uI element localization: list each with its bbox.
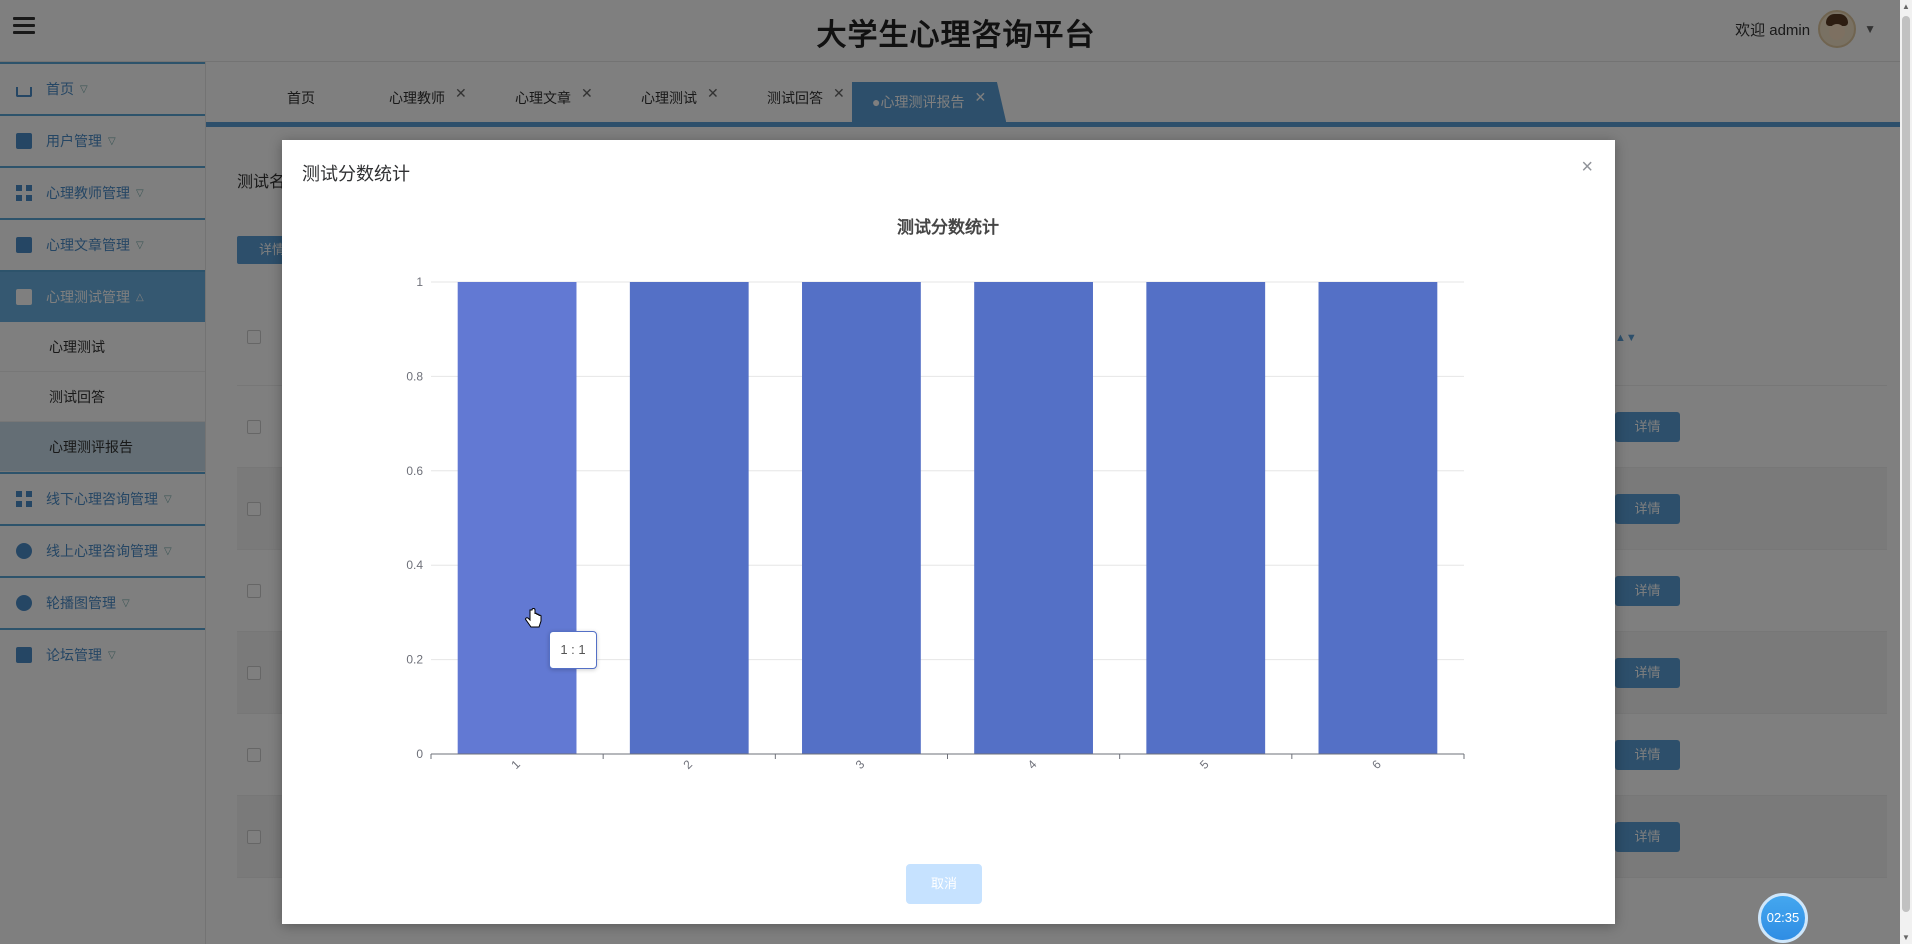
bar-3[interactable]	[802, 282, 921, 754]
scroll-up-icon[interactable]: ▲	[1902, 2, 1910, 11]
y-tick-label: 0.8	[406, 369, 423, 383]
chart-tooltip: 1 : 1	[549, 631, 597, 669]
dialog-title: 测试分数统计	[302, 164, 410, 184]
bar-6[interactable]	[1318, 282, 1438, 754]
scroll-down-icon[interactable]: ▼	[1902, 933, 1910, 942]
cancel-button[interactable]: 取消	[906, 864, 982, 904]
timer-badge[interactable]: 02:35	[1758, 893, 1808, 943]
chart-gridlines	[431, 281, 1464, 755]
hand-cursor-icon	[525, 608, 542, 628]
y-tick-label: 0.4	[406, 558, 423, 572]
y-axis: 0 0.2 0.4 0.6 0.8 1	[406, 275, 423, 761]
chart-title: 测试分数统计	[897, 217, 999, 237]
x-axis: 1 2 3 4 5 6	[430, 753, 1465, 772]
y-tick-label: 1	[416, 275, 423, 289]
bar-chart: 测试分数统计 0 0.2 0.4 0.6 0.8 1 1 2 3 4 5 6	[406, 217, 1465, 772]
x-tick-label: 5	[1197, 757, 1212, 772]
y-tick-label: 0.2	[406, 653, 423, 667]
close-icon[interactable]: ×	[1581, 156, 1593, 179]
chart-bars	[457, 282, 1438, 754]
bar-4[interactable]	[974, 282, 1093, 754]
bar-5[interactable]	[1146, 282, 1266, 754]
x-tick-label: 6	[1369, 757, 1384, 772]
x-tick-label: 4	[1025, 757, 1040, 772]
page-scrollbar[interactable]: ▲ ▼	[1900, 0, 1912, 944]
bar-2[interactable]	[629, 282, 749, 754]
x-tick-label: 3	[853, 757, 868, 772]
y-tick-label: 0	[416, 747, 423, 761]
stats-dialog: 测试分数统计 × 测试分数统计 0 0.2 0.4 0.6 0.8 1 1 2 3 4 5 6 取消	[282, 140, 1615, 924]
x-tick-label: 2	[681, 757, 696, 772]
bar-1[interactable]	[457, 282, 577, 754]
scrollbar-thumb[interactable]	[1902, 16, 1910, 912]
y-tick-label: 0.6	[406, 464, 423, 478]
x-tick-label: 1	[508, 757, 523, 772]
